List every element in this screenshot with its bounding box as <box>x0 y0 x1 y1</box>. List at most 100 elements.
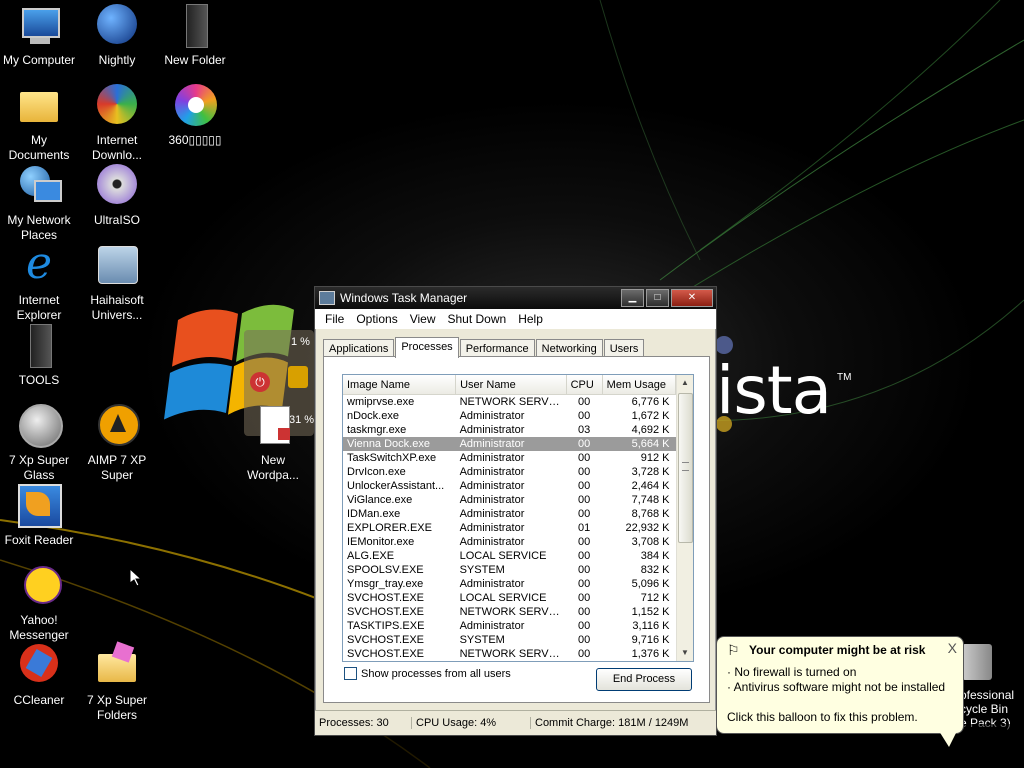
security-balloon[interactable]: ⚐ Your computer might be at risk X · No … <box>716 636 964 747</box>
desktop-icon-new-wordpad[interactable]: New Wordpa... <box>234 404 312 483</box>
internet-explorer-icon: e <box>25 238 53 289</box>
process-mem-usage: 1,672 K <box>631 410 670 422</box>
process-image-name: DrvIcon.exe <box>347 466 406 478</box>
process-mem-usage: 5,096 K <box>631 578 670 590</box>
desktop-icon-label: Nightly <box>98 53 136 67</box>
vista-logo-tm: TM <box>837 372 852 383</box>
desktop-icon-360[interactable]: 360▯▯▯▯▯ <box>156 84 234 148</box>
column-cpu[interactable]: CPU <box>566 375 603 395</box>
process-cpu: 03 <box>577 424 591 436</box>
gadget-lock-icon[interactable] <box>288 366 308 388</box>
title-bar[interactable]: Windows Task Manager ▁ □ ✕ <box>315 287 716 309</box>
menu-help[interactable]: Help <box>512 312 549 326</box>
desktop-icon-7xp-super-glass[interactable]: 7 Xp Super Glass <box>0 404 78 483</box>
table-row[interactable]: taskmgr.exe Administrator 03 4,692 K <box>343 423 676 437</box>
close-button[interactable]: ✕ <box>671 289 713 307</box>
desktop-icon-aimp[interactable]: AIMP 7 XP Super <box>78 404 156 483</box>
table-row[interactable]: ALG.EXE LOCAL SERVICE 00 384 K <box>343 549 676 563</box>
process-cpu: 01 <box>577 522 591 534</box>
tab-processes[interactable]: Processes <box>395 337 459 358</box>
process-image-name: UnlockerAssistant... <box>347 480 445 492</box>
process-cpu: 00 <box>577 452 591 464</box>
process-cpu: 00 <box>577 550 591 562</box>
status-cpu-usage: CPU Usage: 4% <box>412 717 531 729</box>
menu-view[interactable]: View <box>404 312 442 326</box>
process-image-name: ViGlance.exe <box>347 494 413 506</box>
menu-options[interactable]: Options <box>350 312 403 326</box>
table-row[interactable]: ViGlance.exe Administrator 00 7,748 K <box>343 493 676 507</box>
menu-file[interactable]: File <box>319 312 350 326</box>
desktop-icon-label: Haihaisoft Univers... <box>90 293 144 322</box>
process-image-name: SVCHOST.EXE <box>347 648 425 660</box>
vertical-scrollbar[interactable]: ▲ ▼ <box>676 375 693 661</box>
gadget-power-icon[interactable]: ⏻ <box>250 372 270 392</box>
desktop-icon-new-folder[interactable]: New Folder <box>156 4 234 68</box>
menu-shut-down[interactable]: Shut Down <box>442 312 513 326</box>
table-row[interactable]: TaskSwitchXP.exe Administrator 00 912 K <box>343 451 676 465</box>
process-mem-usage: 3,708 K <box>631 536 670 548</box>
desktop-icon-ultraiso[interactable]: UltraISO <box>78 164 156 228</box>
desktop-icon-ccleaner[interactable]: CCleaner <box>0 644 78 708</box>
process-mem-usage: 712 K <box>640 592 670 604</box>
table-row[interactable]: SVCHOST.EXE SYSTEM 00 9,716 K <box>343 633 676 647</box>
aimp-icon <box>94 404 140 450</box>
scroll-down-icon[interactable]: ▼ <box>677 645 693 661</box>
minimize-button[interactable]: ▁ <box>621 289 644 307</box>
desktop-icon-my-documents[interactable]: My Documents <box>0 84 78 163</box>
desktop-icon-my-network-places[interactable]: My Network Places <box>0 164 78 243</box>
column-image-name[interactable]: Image Name <box>343 375 457 395</box>
table-row[interactable]: SPOOLSV.EXE SYSTEM 00 832 K <box>343 563 676 577</box>
table-row[interactable]: nDock.exe Administrator 00 1,672 K <box>343 409 676 423</box>
desktop-icon-nightly[interactable]: Nightly <box>78 4 156 68</box>
recycle-bin-icon[interactable] <box>962 644 992 680</box>
process-user-name: Administrator <box>455 437 567 451</box>
process-mem-usage: 384 K <box>640 550 670 562</box>
desktop-icon-haihaisoft[interactable]: Haihaisoft Univers... <box>78 244 156 323</box>
scroll-thumb[interactable] <box>678 393 693 543</box>
desktop-icon-yahoo-messenger[interactable]: Yahoo! Messenger <box>0 564 78 643</box>
desktop-icon-internet-download[interactable]: Internet Downlo... <box>78 84 156 163</box>
process-cpu: 00 <box>577 410 591 422</box>
process-image-name: SVCHOST.EXE <box>347 606 425 618</box>
desktop-icon-label: TOOLS <box>18 373 60 387</box>
table-row[interactable]: SVCHOST.EXE NETWORK SERVICE 00 1,376 K <box>343 647 676 661</box>
scroll-up-icon[interactable]: ▲ <box>677 375 693 391</box>
table-row[interactable]: SVCHOST.EXE LOCAL SERVICE 00 712 K <box>343 591 676 605</box>
column-user-name[interactable]: User Name <box>455 375 567 395</box>
balloon-close-icon[interactable]: X <box>948 640 957 656</box>
show-all-processes-checkbox[interactable] <box>344 667 357 680</box>
ccleaner-icon <box>16 644 62 690</box>
process-user-name: Administrator <box>459 424 525 436</box>
table-row[interactable]: wmiprvse.exe NETWORK SERVICE 00 6,776 K <box>343 395 676 410</box>
column-mem-usage[interactable]: Mem Usage <box>602 375 677 395</box>
maximize-button[interactable]: □ <box>646 289 669 307</box>
globe-icon <box>94 4 140 50</box>
table-row[interactable]: Vienna Dock.exe Administrator 00 5,664 K <box>343 437 676 451</box>
table-row[interactable]: IEMonitor.exe Administrator 00 3,708 K <box>343 535 676 549</box>
table-row[interactable]: UnlockerAssistant... Administrator 00 2,464… <box>343 479 676 493</box>
desktop-icon-internet-explorer[interactable]: e Internet Explorer <box>0 238 78 323</box>
table-row[interactable]: EXPLORER.EXE Administrator 01 22,932 K <box>343 521 676 535</box>
mouse-pointer-icon <box>130 569 142 587</box>
table-row[interactable]: SVCHOST.EXE NETWORK SERVICE 00 1,152 K <box>343 605 676 619</box>
process-mem-usage: 832 K <box>640 564 670 576</box>
table-row[interactable]: Ymsgr_tray.exe Administrator 00 5,096 K <box>343 577 676 591</box>
table-row[interactable]: DrvIcon.exe Administrator 00 3,728 K <box>343 465 676 479</box>
desktop-icon-tools[interactable]: TOOLS <box>0 324 78 388</box>
desktop-icon-foxit-reader[interactable]: Foxit Reader <box>0 484 78 548</box>
process-list[interactable]: Image Name User Name CPU Mem Usage wmipr… <box>342 374 694 662</box>
table-row[interactable]: TASKTIPS.EXE Administrator 00 3,116 K <box>343 619 676 633</box>
balloon-line-fix: Click this balloon to fix this problem. <box>727 710 918 724</box>
process-mem-usage: 8,768 K <box>631 508 670 520</box>
desktop-icon-my-computer[interactable]: My Computer <box>0 4 78 68</box>
process-user-name: Administrator <box>459 466 525 478</box>
process-user-name: NETWORK SERVICE <box>459 396 567 408</box>
process-image-name: TASKTIPS.EXE <box>347 620 425 632</box>
show-all-processes-option[interactable]: Show processes from all users <box>344 667 511 680</box>
desktop-icon-7xp-super-folders[interactable]: 7 Xp Super Folders <box>78 641 156 723</box>
table-row[interactable]: IDMan.exe Administrator 00 8,768 K <box>343 507 676 521</box>
process-image-name: taskmgr.exe <box>347 424 407 436</box>
processes-panel: Image Name User Name CPU Mem Usage wmipr… <box>323 356 710 703</box>
process-user-name: Administrator <box>459 480 525 492</box>
end-process-button[interactable]: End Process <box>596 668 692 691</box>
